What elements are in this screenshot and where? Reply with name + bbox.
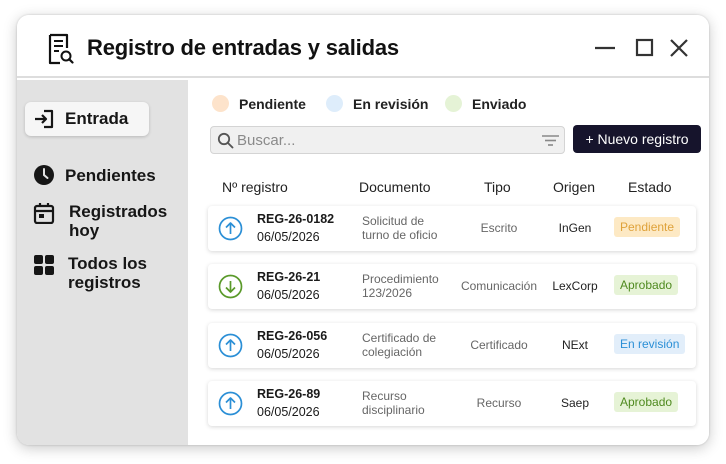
close-icon[interactable] bbox=[668, 37, 690, 59]
documento-cell: Certificado de colegiación bbox=[362, 331, 437, 359]
registro-date: 06/05/2026 bbox=[257, 405, 320, 419]
calendar-icon bbox=[33, 203, 55, 224]
sidebar-item-registrados-hoy[interactable]: Registrados hoy bbox=[25, 199, 175, 240]
arrow-up-circle-icon bbox=[218, 391, 243, 416]
search-icon bbox=[217, 132, 234, 149]
column-header-estado[interactable]: Estado bbox=[628, 179, 672, 195]
column-header-origen[interactable]: Origen bbox=[553, 179, 595, 195]
status-badge: Aprobado bbox=[614, 275, 679, 295]
sidebar-item-label: Pendientes bbox=[65, 166, 156, 185]
sidebar-item-pendientes[interactable]: Pendientes bbox=[25, 163, 156, 189]
registro-id: REG-26-056 bbox=[257, 329, 328, 343]
origen-cell: NExt bbox=[561, 338, 588, 352]
minimize-icon[interactable] bbox=[594, 37, 616, 59]
window-title: Registro de entradas y salidas bbox=[87, 35, 399, 60]
document-search-icon bbox=[48, 33, 74, 65]
registro-date: 06/05/2026 bbox=[257, 288, 320, 302]
search-input[interactable] bbox=[237, 130, 527, 150]
tipo-cell: Recurso bbox=[476, 396, 522, 410]
legend-label: Pendiente bbox=[239, 96, 306, 112]
origen-cell: InGen bbox=[558, 221, 592, 235]
sidebar-item-label: Entrada bbox=[65, 109, 129, 128]
legend-dot bbox=[445, 95, 462, 112]
legend-dot bbox=[212, 95, 229, 112]
documento-cell: Solicitud de turno de oficio bbox=[362, 214, 438, 242]
sidebar-item-label: Registrados hoy bbox=[69, 202, 168, 240]
maximize-icon[interactable] bbox=[634, 37, 656, 59]
table-row[interactable]: REG-26-89 06/05/2026 Recurso disciplinar… bbox=[208, 381, 696, 426]
table-row[interactable]: REG-26-0182 06/05/2026 Solicitud de turn… bbox=[208, 206, 696, 251]
table-row[interactable]: REG-26-21 06/05/2026 Procedimiento 123/2… bbox=[208, 264, 696, 309]
tipo-cell: Comunicación bbox=[460, 279, 538, 293]
legend-label: Enviado bbox=[472, 96, 527, 112]
search-box bbox=[210, 126, 565, 154]
registro-id: REG-26-21 bbox=[257, 270, 321, 284]
filter-icon[interactable] bbox=[542, 134, 559, 147]
grid-icon bbox=[34, 255, 54, 275]
sidebar: Entrada Pendientes Registrados hoy Todos… bbox=[17, 80, 188, 445]
status-badge: Pendiente bbox=[614, 217, 681, 237]
tipo-cell: Certificado bbox=[470, 338, 528, 352]
tipo-cell: Escrito bbox=[480, 221, 518, 235]
arrow-down-circle-icon bbox=[218, 274, 243, 299]
sidebar-item-label: Todos los registros bbox=[68, 254, 148, 292]
app-window: Registro de entradas y salidas Entrada P… bbox=[17, 15, 709, 445]
arrow-up-circle-icon bbox=[218, 333, 243, 358]
registro-id: REG-26-0182 bbox=[257, 212, 335, 226]
legend-dot bbox=[326, 95, 343, 112]
column-header-tipo[interactable]: Tipo bbox=[484, 179, 511, 195]
new-record-button[interactable]: + Nuevo registro bbox=[573, 125, 701, 153]
main-content: Pendiente En revisión Enviado + Nuevo re… bbox=[188, 80, 709, 445]
title-bar: Registro de entradas y salidas bbox=[17, 15, 709, 78]
column-header-registro[interactable]: Nº registro bbox=[222, 179, 288, 195]
origen-cell: Saep bbox=[560, 396, 590, 410]
sidebar-item-entrada[interactable]: Entrada bbox=[25, 102, 149, 136]
legend-label: En revisión bbox=[353, 96, 429, 112]
origen-cell: LexCorp bbox=[552, 279, 598, 293]
arrow-up-circle-icon bbox=[218, 216, 243, 241]
status-badge: En revisión bbox=[614, 334, 686, 354]
registro-date: 06/05/2026 bbox=[257, 230, 320, 244]
registro-date: 06/05/2026 bbox=[257, 347, 320, 361]
sidebar-item-todos[interactable]: Todos los registros bbox=[25, 251, 175, 292]
table-row[interactable]: REG-26-056 06/05/2026 Certificado de col… bbox=[208, 323, 696, 368]
documento-cell: Procedimiento 123/2026 bbox=[362, 272, 439, 300]
registro-id: REG-26-89 bbox=[257, 387, 321, 401]
documento-cell: Recurso disciplinario bbox=[362, 389, 425, 417]
sign-in-icon bbox=[35, 109, 54, 129]
clock-icon bbox=[34, 165, 54, 185]
status-badge: Aprobado bbox=[614, 392, 679, 412]
column-header-documento[interactable]: Documento bbox=[359, 179, 431, 195]
